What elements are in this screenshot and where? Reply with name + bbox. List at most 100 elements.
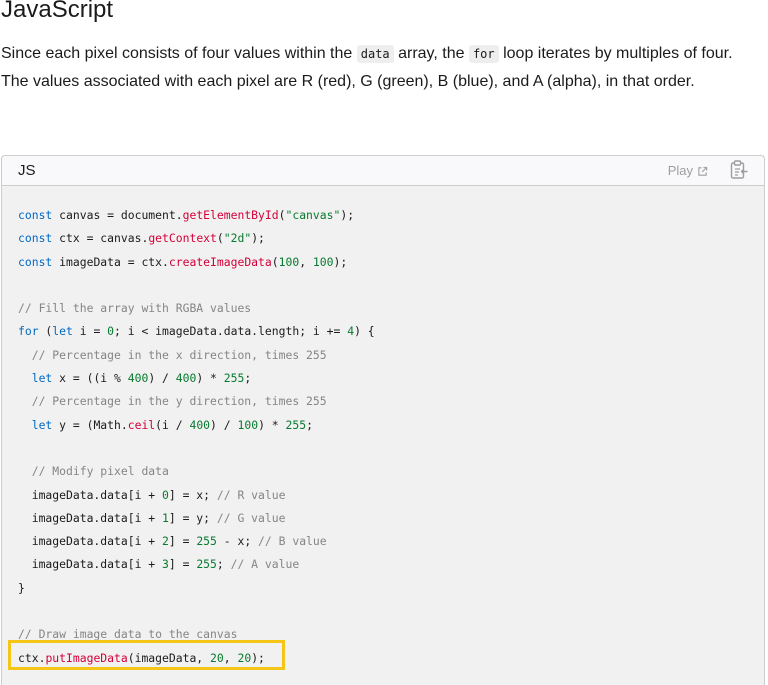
play-button[interactable]: Play [668,163,708,179]
code-token: ctx = canvas. [52,231,149,246]
code-token: // R value [216,487,286,502]
code-line: imageData.data[i + 1] = y; // G value [18,507,375,530]
code-token: const [18,208,53,222]
code-token: "canvas" [285,208,341,222]
code-token: // Draw image data to the canvas [18,627,238,642]
code-token: imageData.data[i + [18,510,163,525]
code-token: ; i < imageData.data.length; i += [114,324,348,339]
code-token: 400 [127,371,149,386]
code-token: ; [216,557,231,572]
code-token: imageData.data[i + [18,487,163,502]
code-token: ] = y; [168,510,217,525]
code-token: // Percentage in the y direction, times … [31,394,327,409]
code-token: 1 [162,510,169,525]
code-line: // Percentage in the y direction, times … [18,390,375,413]
code-token: 2 [162,534,169,549]
code-token: y = (Math. [52,417,128,432]
code-token: 20 [237,650,252,665]
section-heading: JavaScript [1,0,114,23]
code-line: ctx.putImageData(imageData, 20, 20); [18,647,375,670]
code-token: 255 [196,557,217,572]
code-token: for [18,324,39,339]
code-token: canvas = document. [52,208,183,222]
code-token: 100 [237,417,259,432]
code-token: imageData = ctx. [52,254,169,269]
code-token: 400 [175,371,197,386]
code-token: ] = [168,557,197,572]
code-line: let y = (Math.ceil(i / 400) / 100) * 255… [18,414,375,437]
code-token: , [299,254,313,269]
code-token: "2d" [223,231,252,246]
code-token: ; [244,371,252,386]
code-token: // B value [258,534,327,549]
code-token: ); [251,650,265,665]
code-token: imageData.data[i + [18,534,163,549]
code-token: ceil [127,417,156,432]
code-token: (i / [155,417,190,432]
code-token: let [31,417,53,432]
code-token: - x; [216,534,259,549]
code-line: let x = ((i % 400) / 400) * 255; [18,367,375,390]
code-token: // Percentage in the x direction, times … [31,347,327,362]
copy-button[interactable] [728,159,750,181]
code-token: // Fill the array with RGBA values [18,301,252,316]
code-token: ) * [258,417,286,432]
code-token: ( [38,324,53,339]
code-token: imageData.data[i + [18,557,163,572]
code-token: x = ((i % [52,371,128,386]
code-token: ) / [148,371,176,386]
code-line: imageData.data[i + 2] = 255 - x; // B va… [18,530,375,553]
code-token: 255 [223,371,245,386]
code-token: // G value [216,510,286,525]
code-line: // Modify pixel data [18,460,375,483]
code-token: 100 [312,254,334,269]
code-example: JS Play const canvas = document.getEleme… [1,155,765,685]
code-line: // Draw image data to the canvas [18,623,375,646]
code-token: ) * [196,371,224,386]
code-line: for (let i = 0; i < imageData.data.lengt… [18,320,375,343]
code-token: // A value [230,557,300,572]
code-token: ); [340,208,355,222]
code-line: // Percentage in the x direction, times … [18,344,375,367]
code-line: const canvas = document.getElementById("… [18,204,375,227]
code-line: } [18,577,375,600]
code-token: 3 [162,557,169,572]
code-token: const [18,254,53,269]
code-token: i = [72,324,108,339]
code-block: const canvas = document.getElementById("… [18,204,375,670]
code-token: ); [333,254,348,269]
code-token: ctx. [18,650,46,665]
code-token: const [18,231,53,246]
code-line: // Fill the array with RGBA values [18,297,375,320]
code-token: getContext [148,231,217,246]
code-token: ) / [210,417,238,432]
code-token: ( [216,231,224,246]
code-token: ); [251,231,265,246]
intro-text-2: array, the [393,45,469,62]
external-link-icon [698,166,708,176]
code-line: const ctx = canvas.getContext("2d"); [18,227,375,250]
code-token: let [31,371,53,386]
code-token: createImageData [168,254,272,269]
code-token: ) { [354,324,375,339]
inline-code-data: data [356,45,394,63]
code-header: JS Play [2,156,764,186]
code-token: 255 [196,534,217,549]
code-token: 100 [278,254,300,269]
intro-text-1: Since each pixel consists of four values… [1,45,357,62]
code-token: , [223,650,238,665]
code-token: 400 [189,417,211,432]
code-line: imageData.data[i + 3] = 255; // A value [18,553,375,576]
intro-paragraph: Since each pixel consists of four values… [1,40,761,96]
code-token: (imageData, [127,650,211,665]
clipboard-copy-icon [730,160,748,179]
code-token: } [18,580,25,595]
code-token: getElementById [182,208,279,222]
